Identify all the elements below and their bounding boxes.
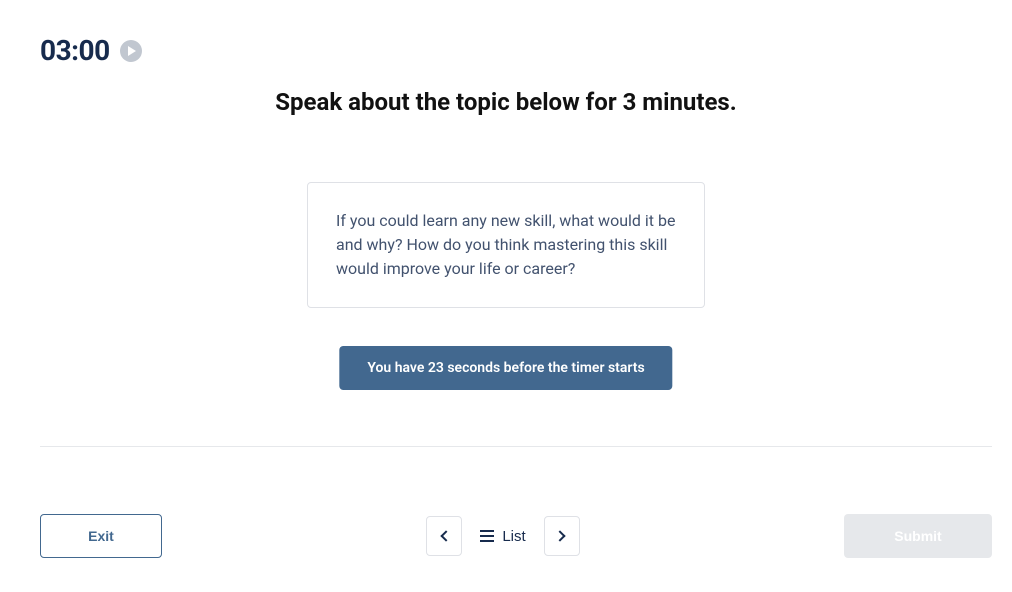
list-button-label: List <box>502 528 525 545</box>
chevron-left-icon <box>440 530 451 541</box>
submit-button[interactable]: Submit <box>844 514 992 558</box>
play-icon[interactable] <box>120 40 142 62</box>
chevron-right-icon <box>555 530 566 541</box>
footer-divider <box>40 446 992 447</box>
next-button[interactable] <box>544 516 580 556</box>
exit-button[interactable]: Exit <box>40 514 162 558</box>
list-button[interactable]: List <box>474 516 531 556</box>
topic-text: If you could learn any new skill, what w… <box>336 211 675 278</box>
timer-row: 03:00 <box>40 34 142 67</box>
instruction-heading: Speak about the topic below for 3 minute… <box>0 88 1012 116</box>
nav-group: List <box>426 516 579 556</box>
prev-button[interactable] <box>426 516 462 556</box>
topic-card: If you could learn any new skill, what w… <box>307 182 705 308</box>
countdown-banner: You have 23 seconds before the timer sta… <box>339 346 672 390</box>
play-triangle <box>128 46 136 56</box>
footer: Exit List Submit <box>40 514 992 558</box>
timer-display: 03:00 <box>40 34 110 67</box>
hamburger-icon <box>480 530 494 542</box>
